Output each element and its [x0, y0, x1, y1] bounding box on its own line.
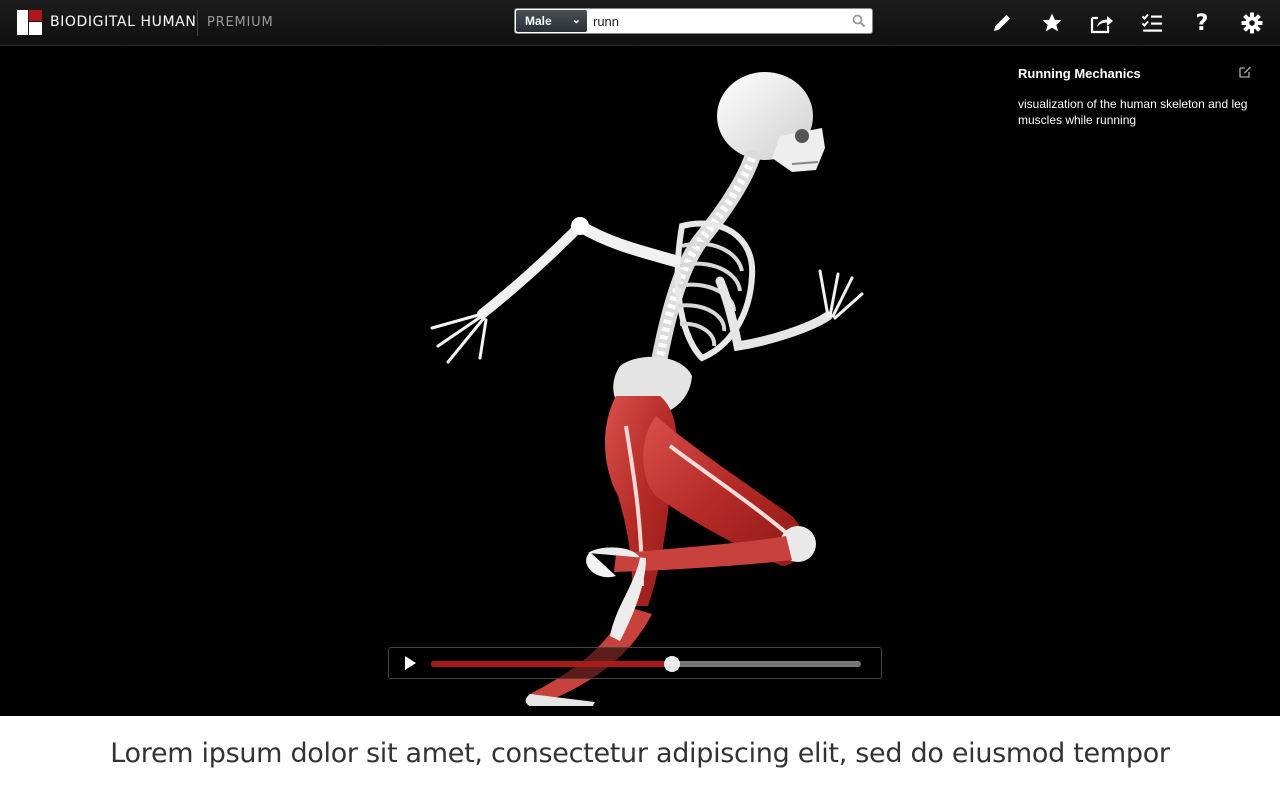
- search-input[interactable]: [593, 10, 843, 32]
- settings-button[interactable]: [1240, 11, 1264, 35]
- pencil-icon: [994, 14, 1011, 31]
- star-icon: [1042, 13, 1062, 32]
- share-button[interactable]: [1090, 11, 1114, 35]
- info-panel: Running Mechanics visualization of the h…: [1018, 66, 1258, 128]
- caption-text: Lorem ipsum dolor sit amet, consectetur …: [110, 738, 1170, 769]
- edit-icon[interactable]: [1238, 65, 1252, 79]
- gender-select[interactable]: Male ⌄: [516, 10, 587, 32]
- running-skeleton-model[interactable]: [420, 66, 880, 706]
- animation-player: [388, 647, 882, 679]
- annotate-button[interactable]: [990, 11, 1014, 35]
- search-box: Male ⌄: [514, 8, 873, 34]
- timeline-track[interactable]: [431, 656, 861, 672]
- caption-bar: Lorem ipsum dolor sit amet, consectetur …: [0, 716, 1280, 800]
- help-icon: ?: [1195, 10, 1209, 36]
- search-icon[interactable]: [852, 14, 866, 28]
- share-icon: [1090, 16, 1113, 34]
- gear-icon: [1241, 12, 1263, 34]
- info-description: visualization of the human skeleton and …: [1018, 97, 1248, 127]
- timeline-progress: [431, 661, 672, 667]
- subscription-tier: PREMIUM: [207, 15, 274, 30]
- bookmark-button[interactable]: [1040, 11, 1064, 35]
- help-button[interactable]: ?: [1190, 10, 1214, 36]
- checklist-button[interactable]: [1140, 11, 1164, 35]
- checklist-icon: [1141, 13, 1162, 32]
- timeline-scrubber[interactable]: [663, 656, 680, 672]
- chevron-down-icon: ⌄: [571, 14, 581, 26]
- gender-select-value: Male: [525, 14, 552, 28]
- 3d-viewport[interactable]: Running Mechanics visualization of the h…: [0, 46, 1280, 716]
- brand-name: BIODIGITAL HUMAN: [50, 14, 197, 30]
- biodigital-logo-icon[interactable]: [17, 10, 42, 35]
- brand-divider: [197, 10, 198, 36]
- play-icon[interactable]: [402, 655, 418, 671]
- top-bar: BIODIGITAL HUMAN PREMIUM Male ⌄ runn ?: [0, 0, 1280, 46]
- info-title: Running Mechanics: [1018, 66, 1141, 81]
